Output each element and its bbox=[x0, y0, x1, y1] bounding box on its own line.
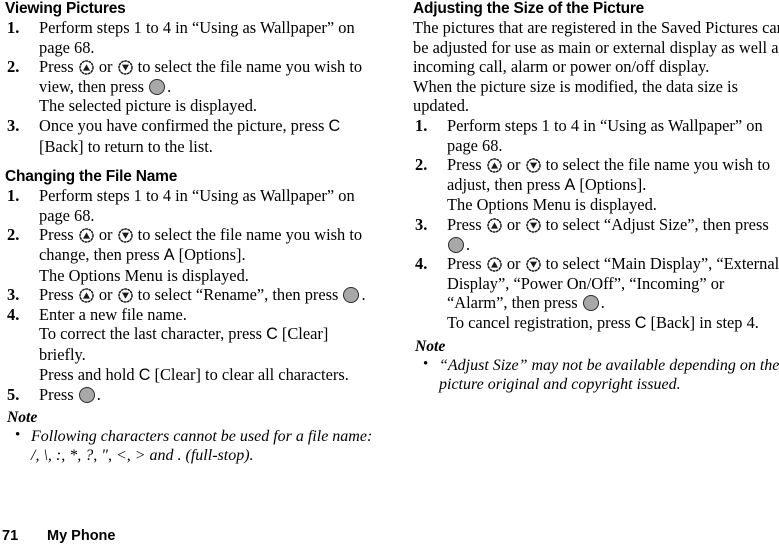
bullet-icon: • bbox=[423, 355, 429, 372]
center-select-key-icon bbox=[448, 236, 464, 253]
step-number: 1. bbox=[7, 18, 20, 37]
step-text: Press or to select the file name you wis… bbox=[447, 155, 771, 194]
left-softkey-icon: A bbox=[163, 245, 175, 264]
center-select-key-icon bbox=[343, 287, 360, 304]
step-text: Press or to select “Rename”, then press … bbox=[39, 285, 366, 305]
numbered-step: 3. Press or to select “Rename”, then pres… bbox=[5, 285, 379, 305]
note-title: Note bbox=[415, 337, 446, 355]
numbered-step: 1. Perform steps 1 to 4 in “Using as Wall… bbox=[5, 18, 379, 57]
numbered-step: 4. Press or to select “Main Display”, “Ex… bbox=[413, 254, 779, 313]
numbered-step: 4. Enter a new file name. bbox=[5, 305, 379, 325]
step-number: 1. bbox=[415, 115, 428, 135]
step-detail-text: The Options Menu is displayed. bbox=[39, 265, 249, 285]
step-number: 5. bbox=[7, 385, 20, 405]
step-number: 1. bbox=[7, 186, 20, 206]
step-number: 4. bbox=[415, 254, 428, 274]
paragraph: When the picture size is modified, the d… bbox=[413, 76, 738, 116]
step-detail-text: To cancel registration, press C [Back] i… bbox=[447, 312, 759, 332]
intro-paragraphs: The pictures that are registered in the … bbox=[413, 18, 779, 116]
numbered-step: 3. Press or to select “Adjust Size”, then… bbox=[413, 215, 779, 254]
bullet-icon: • bbox=[15, 426, 21, 443]
center-select-key-icon bbox=[582, 295, 599, 312]
manual-page: Viewing Pictures 1. Perform steps 1 to 4 … bbox=[0, 0, 779, 552]
clear-key-icon: C bbox=[266, 325, 278, 344]
step-number: 2. bbox=[7, 57, 20, 77]
left-column: Viewing Pictures 1. Perform steps 1 to 4 … bbox=[5, 0, 379, 465]
section-heading-changing-file-name: Changing the File Name bbox=[5, 168, 178, 186]
step-detail-text: The selected picture is displayed. bbox=[39, 96, 258, 116]
note-item: • “Adjust Size” may not be available depe… bbox=[415, 356, 779, 394]
step-number: 2. bbox=[415, 155, 428, 175]
steps-viewing-pictures: 1. Perform steps 1 to 4 in “Using as Wall… bbox=[5, 18, 379, 156]
step-text: Press . bbox=[39, 385, 101, 405]
note-block-file-name: Note • Following characters cannot be used… bbox=[5, 409, 379, 465]
step-text: Press or to select “Adjust Size”, then p… bbox=[447, 214, 769, 254]
section-heading-adjusting-size: Adjusting the Size of the Picture bbox=[413, 0, 645, 17]
nav-down-key-icon bbox=[525, 218, 541, 233]
nav-down-key-icon bbox=[117, 60, 133, 75]
step-text: Enter a new file name. bbox=[39, 304, 187, 324]
left-softkey-icon: A bbox=[564, 175, 576, 194]
nav-up-key-icon bbox=[486, 257, 502, 272]
nav-up-key-icon bbox=[486, 158, 502, 173]
step-detail-text: To correct the last character, press C [… bbox=[39, 324, 329, 364]
steps-adjusting-size: 1. Perform steps 1 to 4 in “Using as Wall… bbox=[413, 116, 779, 334]
clear-key-icon: C bbox=[634, 313, 647, 332]
numbered-step: 1. Perform steps 1 to 4 in “Using as Wall… bbox=[5, 186, 379, 225]
nav-down-key-icon bbox=[117, 228, 133, 244]
step-number: 3. bbox=[7, 285, 20, 305]
note-item-text: Following characters cannot be used for … bbox=[31, 427, 373, 464]
nav-down-key-icon bbox=[525, 158, 541, 173]
note-item: • Following characters cannot be used for… bbox=[7, 427, 379, 465]
note-item-text: “Adjust Size” may not be available depen… bbox=[439, 356, 779, 393]
numbered-step: 2. Press or to select the file name you w… bbox=[5, 57, 379, 96]
nav-up-key-icon bbox=[78, 60, 94, 75]
numbered-step: 5. Press . bbox=[5, 385, 379, 405]
step-text: Perform steps 1 to 4 in “Using as Wallpa… bbox=[39, 186, 355, 225]
step-text: Press or to select the file name you wis… bbox=[39, 225, 363, 264]
page-footer: 71 My Phone bbox=[0, 525, 779, 547]
note-block-adjust-size: Note • “Adjust Size” may not be available … bbox=[413, 338, 779, 394]
clear-key-icon: C bbox=[138, 365, 151, 384]
step-number: 3. bbox=[415, 214, 428, 234]
step-detail-text: The Options Menu is displayed. bbox=[447, 195, 657, 215]
step-text: Press or to select the file name you wis… bbox=[39, 57, 363, 96]
nav-down-key-icon bbox=[525, 257, 541, 272]
nav-up-key-icon bbox=[78, 228, 94, 244]
nav-down-key-icon bbox=[117, 288, 133, 303]
clear-key-icon: C bbox=[328, 116, 341, 135]
footer-page-number: 71 bbox=[2, 528, 19, 544]
step-text: Perform steps 1 to 4 in “Using as Wallpa… bbox=[39, 18, 355, 57]
center-select-key-icon bbox=[78, 387, 95, 404]
note-title: Note bbox=[7, 408, 38, 426]
numbered-step: 2. Press or to select the file name you w… bbox=[5, 225, 379, 265]
step-number: 2. bbox=[7, 225, 20, 245]
steps-changing-file-name: 1. Perform steps 1 to 4 in “Using as Wall… bbox=[5, 186, 379, 405]
step-text: Perform steps 1 to 4 in “Using as Wallpa… bbox=[447, 115, 763, 155]
paragraph: The pictures that are registered in the … bbox=[413, 18, 779, 77]
section-heading-viewing-pictures: Viewing Pictures bbox=[5, 0, 126, 17]
right-column: Adjusting the Size of the Picture The pi… bbox=[413, 0, 779, 394]
nav-up-key-icon bbox=[486, 218, 502, 233]
step-text: Once you have confirmed the picture, pre… bbox=[39, 115, 341, 156]
nav-up-key-icon bbox=[78, 288, 94, 303]
numbered-step: 3. Once you have confirmed the picture, p… bbox=[5, 116, 379, 156]
step-detail-text: Press and hold C [Clear] to clear all ch… bbox=[39, 364, 349, 384]
numbered-step: 1. Perform steps 1 to 4 in “Using as Wall… bbox=[413, 116, 779, 155]
step-number: 4. bbox=[7, 304, 20, 324]
footer-chapter-title: My Phone bbox=[47, 528, 116, 544]
step-number: 3. bbox=[7, 115, 20, 135]
center-select-key-icon bbox=[149, 78, 166, 95]
step-text: Press or to select “Main Display”, “Exte… bbox=[447, 254, 779, 313]
numbered-step: 2. Press or to select the file name you w… bbox=[413, 155, 779, 195]
